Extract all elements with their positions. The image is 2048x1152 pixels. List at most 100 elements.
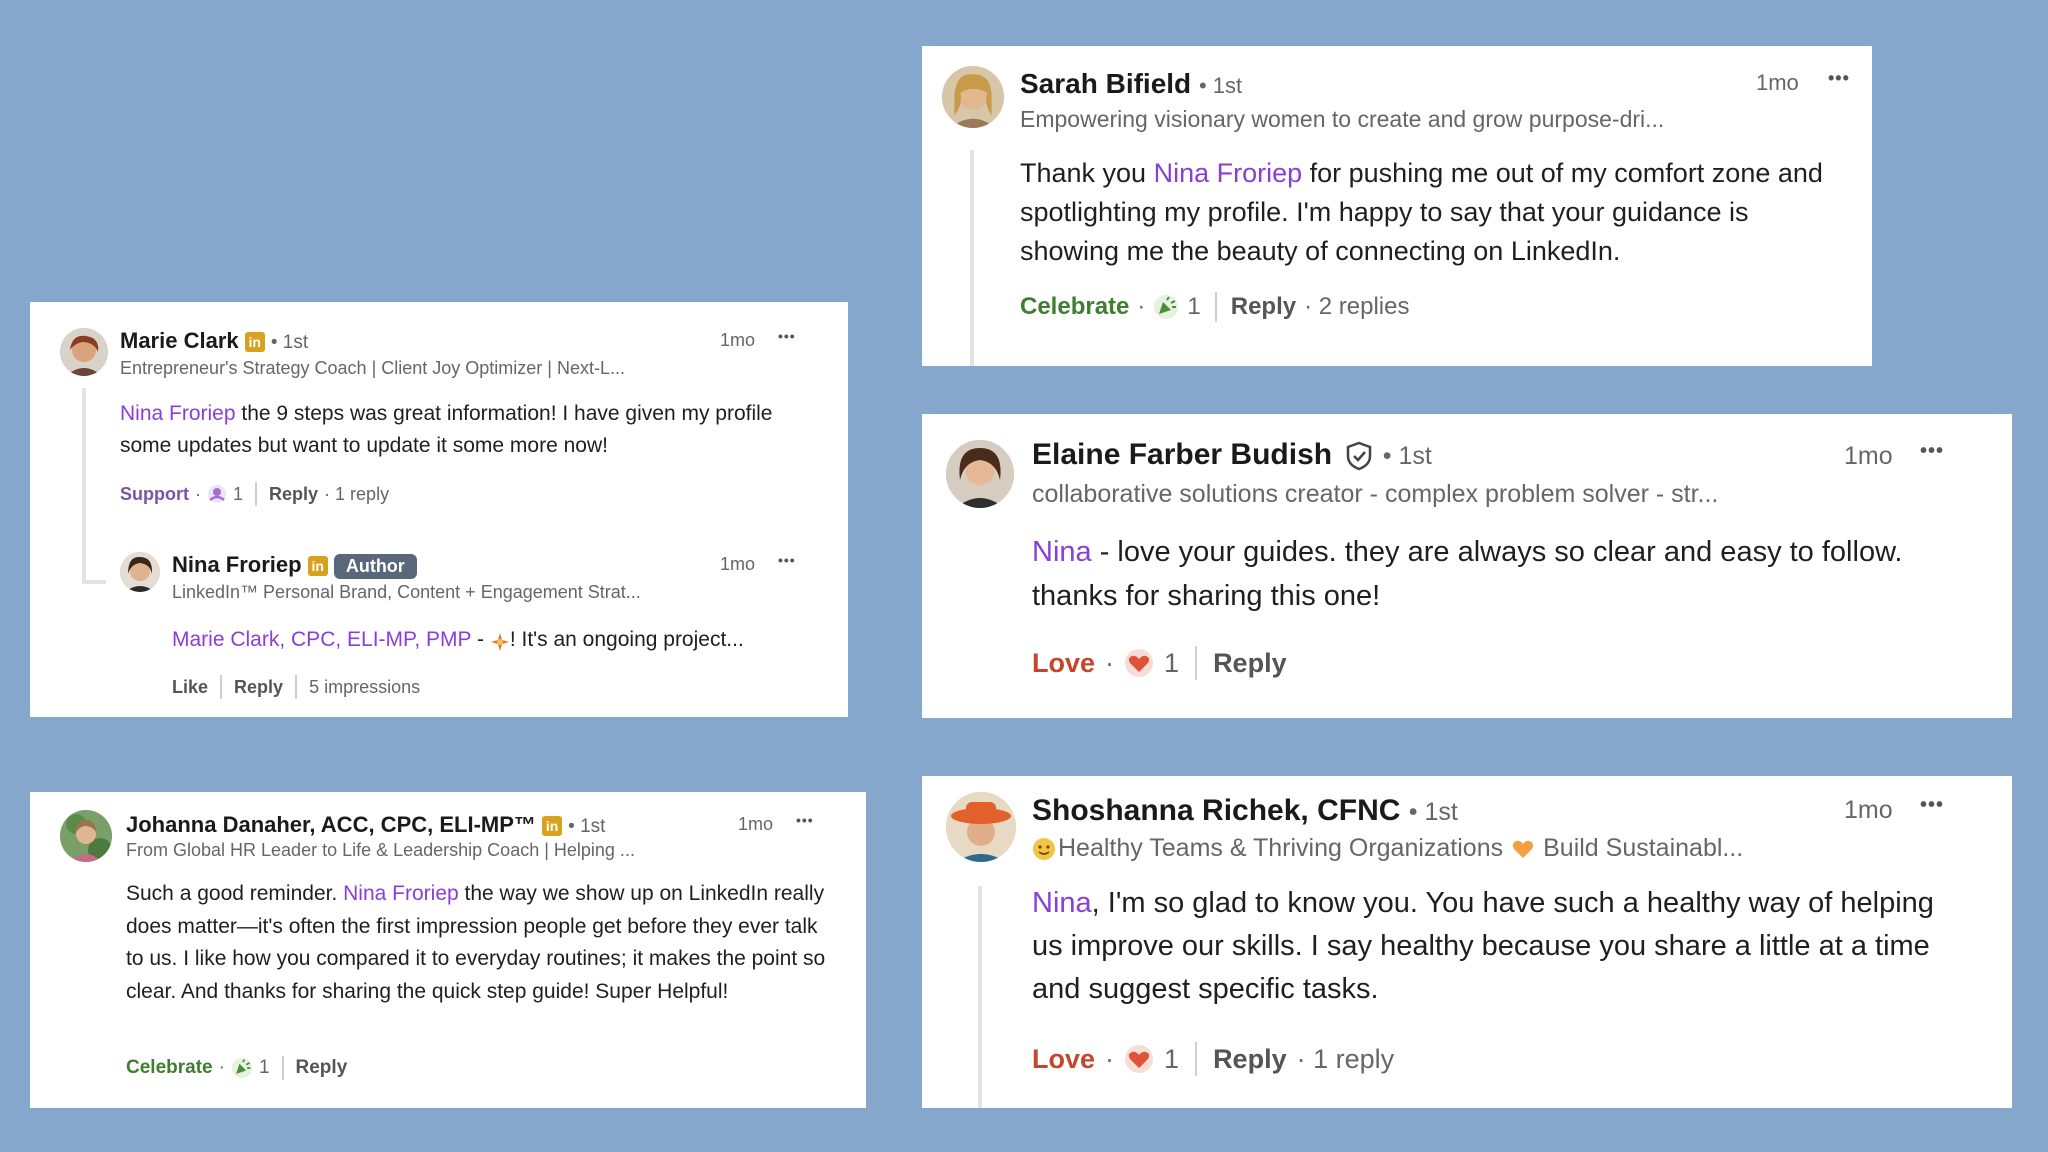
avatar[interactable]	[60, 810, 112, 862]
more-options-button[interactable]: •••	[1920, 794, 1944, 817]
more-options-button[interactable]: •••	[796, 812, 814, 828]
mention-link[interactable]: Nina	[1032, 536, 1092, 568]
author-name[interactable]: Nina Froriep	[172, 552, 302, 577]
support-reaction-button[interactable]: Support	[120, 484, 189, 505]
like-button[interactable]: Like	[172, 677, 208, 698]
reaction-count[interactable]: 1	[233, 484, 243, 505]
avatar[interactable]	[120, 552, 160, 592]
heart-icon	[1124, 1044, 1154, 1074]
author-name[interactable]: Shoshanna Richek, CFNC	[1032, 794, 1400, 827]
celebrate-reaction-button[interactable]: Celebrate	[126, 1057, 213, 1079]
more-options-button[interactable]: •••	[778, 552, 796, 568]
comment-actions: Like Reply 5 impressions	[172, 675, 420, 699]
author-headline: Healthy Teams & Thriving Organizations B…	[1032, 834, 1743, 863]
replies-link[interactable]: · 1 reply	[1297, 1044, 1395, 1075]
author-badge: Author	[333, 553, 417, 579]
thread-line-branch	[82, 580, 106, 584]
comment-time: 1mo	[1844, 796, 1893, 824]
comment-card-marie: Marie Clark in • 1st 1mo ••• Entrepreneu…	[30, 302, 848, 717]
avatar[interactable]	[942, 66, 1004, 128]
connection-degree: • 1st	[1382, 442, 1432, 470]
headline-text: Healthy Teams & Thriving Organizations	[1058, 834, 1504, 862]
comment-actions: Celebrate · 1 Reply · 2 replies	[1020, 292, 1410, 322]
thread-line	[970, 150, 974, 366]
comment-time: 1mo	[1756, 70, 1799, 95]
linkedin-premium-icon: in	[307, 556, 328, 577]
reply-button[interactable]: Reply	[296, 1057, 348, 1079]
author-headline: From Global HR Leader to Life & Leadersh…	[126, 840, 635, 860]
reply-button[interactable]: Reply	[1231, 293, 1296, 321]
author-headline: Entrepreneur's Strategy Coach | Client J…	[120, 358, 625, 378]
reaction-count[interactable]: 1	[1164, 648, 1179, 679]
connection-degree: • 1st	[270, 332, 309, 353]
more-options-button[interactable]: •••	[1920, 440, 1944, 463]
avatar[interactable]	[946, 440, 1014, 508]
comment-text: Nina - love your guides. they are always…	[1032, 530, 1982, 618]
author-line: Nina Froriep in Author	[172, 552, 417, 579]
verified-shield-icon	[1344, 441, 1374, 471]
heart-icon	[1124, 648, 1154, 678]
connection-degree: • 1st	[1408, 798, 1458, 826]
thread-line	[82, 388, 86, 584]
mention-link[interactable]: Marie Clark, CPC, ELI-MP, PMP	[172, 628, 471, 651]
comment-text: Such a good reminder. Nina Froriep the w…	[126, 878, 838, 1008]
headline-text: Build Sustainabl...	[1543, 834, 1744, 862]
comment-text-part: ! It's an ongoing project...	[509, 628, 744, 651]
reply-button[interactable]: Reply	[1213, 1044, 1287, 1075]
author-headline: collaborative solutions creator - comple…	[1032, 480, 1719, 508]
celebrate-icon	[1153, 294, 1179, 320]
reaction-count[interactable]: 1	[1187, 293, 1200, 321]
author-headline: LinkedIn™ Personal Brand, Content + Enga…	[172, 582, 641, 602]
reply-button[interactable]: Reply	[1213, 648, 1287, 679]
comment-actions: Love · 1 Reply	[1032, 646, 1287, 680]
comment-text-part: Such a good reminder.	[126, 882, 344, 905]
comment-text: Thank you Nina Froriep for pushing me ou…	[1020, 154, 1850, 271]
comment-text: Nina, I'm so glad to know you. You have …	[1032, 882, 1962, 1011]
support-icon	[207, 484, 227, 504]
author-line: Shoshanna Richek, CFNC • 1st	[1032, 794, 1458, 828]
love-reaction-button[interactable]: Love	[1032, 648, 1095, 679]
comment-card-shoshanna: Shoshanna Richek, CFNC • 1st 1mo ••• Hea…	[922, 776, 2012, 1108]
mention-link[interactable]: Nina Froriep	[120, 402, 236, 425]
avatar[interactable]	[946, 792, 1016, 862]
comment-text: Marie Clark, CPC, ELI-MP, PMP - ! It's a…	[172, 624, 832, 656]
author-name[interactable]: Elaine Farber Budish	[1032, 438, 1332, 471]
impressions-count: 5 impressions	[309, 676, 421, 697]
mention-link[interactable]: Nina Froriep	[343, 882, 459, 905]
connection-degree: • 1st	[568, 816, 606, 837]
linkedin-premium-icon: in	[542, 816, 563, 837]
celebrate-icon	[231, 1057, 253, 1079]
love-reaction-button[interactable]: Love	[1032, 1044, 1095, 1075]
author-name[interactable]: Sarah Bifield	[1020, 68, 1191, 99]
comment-card-elaine: Elaine Farber Budish • 1st 1mo ••• colla…	[922, 414, 2012, 718]
mention-link[interactable]: Nina Froriep	[1154, 158, 1303, 188]
connection-degree: • 1st	[1198, 73, 1243, 98]
more-options-button[interactable]: •••	[1828, 68, 1850, 89]
author-headline: Empowering visionary women to create and…	[1020, 106, 1665, 132]
comment-actions: Love · 1 Reply · 1 reply	[1032, 1042, 1394, 1076]
author-line: Johanna Danaher, ACC, CPC, ELI-MP™ in • …	[126, 812, 605, 838]
author-name[interactable]: Johanna Danaher, ACC, CPC, ELI-MP™	[126, 812, 536, 837]
comment-time: 1mo	[738, 814, 774, 834]
celebrate-reaction-button[interactable]: Celebrate	[1020, 293, 1129, 321]
reaction-count[interactable]: 1	[259, 1057, 270, 1079]
author-name[interactable]: Marie Clark	[120, 328, 239, 353]
more-options-button[interactable]: •••	[778, 328, 796, 344]
comment-card-johanna: Johanna Danaher, ACC, CPC, ELI-MP™ in • …	[30, 792, 866, 1108]
smiling-face-icon	[1032, 837, 1056, 861]
reaction-count[interactable]: 1	[1164, 1044, 1179, 1075]
linkedin-premium-icon: in	[244, 332, 265, 353]
comment-time: 1mo	[720, 330, 756, 350]
comment-card-sarah: Sarah Bifield • 1st 1mo ••• Empowering v…	[922, 46, 1872, 366]
mention-link[interactable]: Nina	[1032, 887, 1092, 919]
orange-heart-icon	[1511, 837, 1535, 861]
author-line: Sarah Bifield • 1st	[1020, 68, 1242, 100]
sparkle-icon	[490, 630, 510, 652]
comment-time: 1mo	[720, 554, 756, 574]
comment-actions: Support · 1 Reply · 1 reply	[120, 482, 389, 506]
replies-link[interactable]: · 2 replies	[1304, 293, 1409, 321]
avatar[interactable]	[60, 328, 108, 376]
reply-button[interactable]: Reply	[234, 677, 283, 698]
replies-link[interactable]: · 1 reply	[324, 484, 389, 505]
reply-button[interactable]: Reply	[269, 484, 318, 505]
